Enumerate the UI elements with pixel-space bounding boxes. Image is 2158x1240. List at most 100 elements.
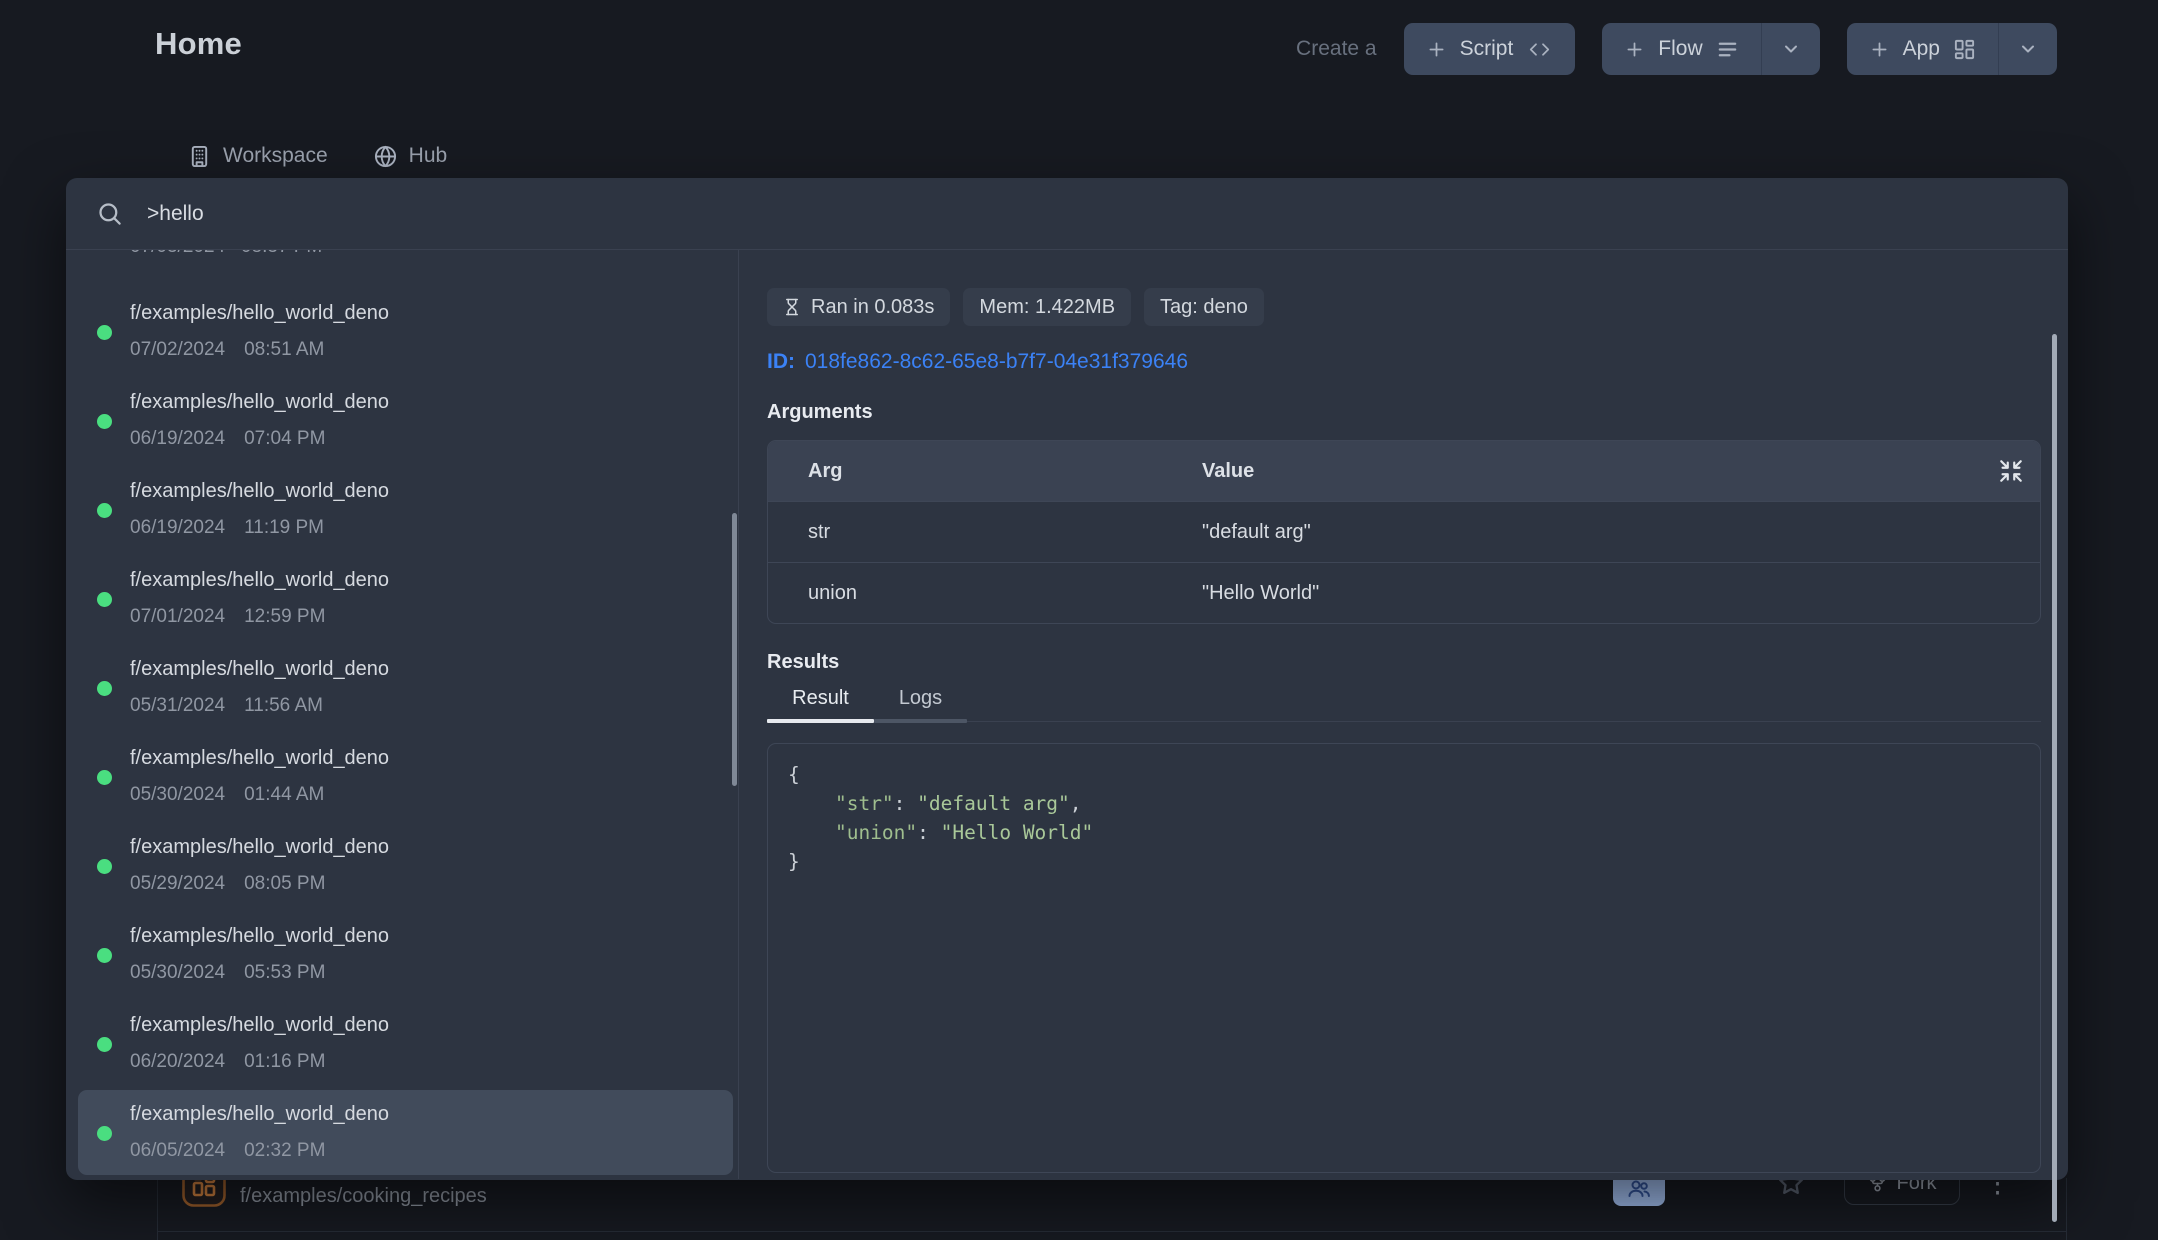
run-id-line: ID:018fe862-8c62-65e8-b7f7-04e31f379646 — [767, 350, 2068, 374]
json-brace: } — [788, 850, 800, 873]
run-datetime: 06/19/2024 11:19 PM — [130, 517, 324, 539]
users-icon — [1627, 1177, 1651, 1201]
json-separator: : — [894, 792, 917, 815]
tab-result[interactable]: Result — [767, 687, 874, 723]
bg-row-divider — [157, 1231, 2067, 1232]
run-datetime: 05/30/2024 01:44 AM — [130, 784, 324, 806]
run-item-truncated[interactable]: 07/03/2024 08:37 PM — [66, 250, 738, 288]
column-header-value: Value — [1202, 460, 2040, 483]
runtime-badge-label: Ran in 0.083s — [811, 296, 934, 319]
tab-workspace[interactable]: Workspace — [188, 144, 328, 168]
create-app-dropdown-button[interactable] — [1998, 23, 2057, 75]
status-dot-success — [97, 1037, 112, 1052]
page-title: Home — [155, 26, 242, 62]
run-datetime: 07/03/2024 08:37 PM — [130, 250, 322, 258]
run-time: 08:51 AM — [244, 339, 324, 361]
search-icon — [96, 200, 123, 227]
run-item[interactable]: f/examples/hello_world_deno 06/05/2024 0… — [66, 1089, 738, 1178]
run-item[interactable]: f/examples/hello_world_deno 05/31/2024 1… — [66, 644, 738, 733]
arg-value: "default arg" — [1202, 521, 2040, 544]
run-datetime: 05/30/2024 05:53 PM — [130, 962, 325, 984]
result-tabs: Result Logs — [767, 687, 2041, 723]
status-dot-success — [97, 681, 112, 696]
status-dot-success — [97, 1126, 112, 1141]
run-item[interactable]: f/examples/hello_world_deno 05/30/2024 0… — [66, 911, 738, 1000]
status-dot-success — [97, 325, 112, 340]
run-time: 11:19 PM — [244, 517, 324, 539]
run-time: 08:05 PM — [244, 873, 325, 895]
create-script-button-main[interactable]: Script — [1404, 23, 1576, 75]
tab-logs[interactable]: Logs — [874, 687, 967, 723]
table-row: str "default arg" — [768, 501, 2040, 562]
search-input[interactable] — [145, 201, 1049, 227]
json-key: "str" — [835, 792, 894, 815]
run-item[interactable]: f/examples/hello_world_deno 06/20/2024 0… — [66, 1000, 738, 1089]
home-tabs: Workspace Hub — [188, 144, 447, 168]
run-path: f/examples/hello_world_deno — [130, 836, 389, 859]
run-time: 02:32 PM — [244, 1140, 325, 1162]
tag-badge: Tag: deno — [1144, 288, 1264, 326]
run-date: 05/30/2024 — [130, 962, 225, 984]
json-comma: , — [1070, 792, 1082, 815]
create-app-button[interactable]: App — [1847, 23, 1998, 75]
chevron-down-icon — [2018, 39, 2038, 59]
run-datetime: 05/29/2024 08:05 PM — [130, 873, 325, 895]
app-path-label: f/examples/cooking_recipes — [240, 1185, 487, 1208]
create-app-label: App — [1903, 37, 1940, 61]
status-dot-success — [97, 859, 112, 874]
create-flow-button-group: Flow — [1602, 23, 1819, 75]
run-item[interactable]: f/examples/hello_world_deno 05/30/2024 0… — [66, 733, 738, 822]
run-item[interactable]: f/examples/hello_world_deno 05/29/2024 0… — [66, 822, 738, 911]
run-path: f/examples/hello_world_deno — [130, 1103, 389, 1126]
run-path: f/examples/hello_world_deno — [130, 391, 389, 414]
run-datetime: 06/19/2024 07:04 PM — [130, 428, 325, 450]
run-list: 07/03/2024 08:37 PM f/examples/hello_wor… — [66, 250, 739, 1179]
create-app-button-group: App — [1847, 23, 2057, 75]
command-palette-modal: 07/03/2024 08:37 PM f/examples/hello_wor… — [66, 178, 2068, 1180]
tabs-border — [967, 721, 2041, 722]
create-script-button[interactable]: Script — [1404, 23, 1576, 75]
run-date: 06/19/2024 — [130, 428, 225, 450]
runtime-badge: Ran in 0.083s — [767, 288, 950, 326]
result-json-viewer: { "str": "default arg", "union": "Hello … — [767, 743, 2041, 1173]
expand-icon[interactable] — [1998, 458, 2024, 484]
run-item[interactable]: f/examples/hello_world_deno 07/01/2024 1… — [66, 555, 738, 644]
json-value: "Hello World" — [941, 821, 1094, 844]
run-date: 06/20/2024 — [130, 1051, 225, 1073]
palette-search-row — [66, 178, 2068, 250]
status-dot-success — [97, 414, 112, 429]
run-date: 07/01/2024 — [130, 606, 225, 628]
memory-badge: Mem: 1.422MB — [963, 288, 1131, 326]
run-detail-panel: Ran in 0.083s Mem: 1.422MB Tag: deno ID:… — [739, 250, 2068, 1179]
status-dot-success — [97, 503, 112, 518]
plus-icon — [1624, 39, 1645, 60]
run-path: f/examples/hello_world_deno — [130, 302, 389, 325]
create-flow-dropdown-button[interactable] — [1761, 23, 1820, 75]
arguments-table: Arg Value str "default arg" union "Hello… — [767, 440, 2041, 624]
tab-workspace-label: Workspace — [223, 144, 328, 168]
run-date: 05/29/2024 — [130, 873, 225, 895]
run-item[interactable]: f/examples/hello_world_deno 06/19/2024 1… — [66, 466, 738, 555]
arg-value: "Hello World" — [1202, 582, 2040, 605]
run-list-scrollbar[interactable] — [732, 513, 737, 786]
run-datetime: 06/20/2024 01:16 PM — [130, 1051, 325, 1073]
detail-panel-scrollbar[interactable] — [2052, 334, 2057, 1222]
json-key: "union" — [835, 821, 917, 844]
run-time: 01:16 PM — [244, 1051, 325, 1073]
create-flow-button[interactable]: Flow — [1602, 23, 1760, 75]
tab-hub[interactable]: Hub — [374, 144, 448, 168]
run-item[interactable]: f/examples/hello_world_deno 07/02/2024 0… — [66, 288, 738, 377]
status-dot-success — [97, 770, 112, 785]
run-date: 06/05/2024 — [130, 1140, 225, 1162]
run-time: 07:04 PM — [244, 428, 325, 450]
arguments-table-header: Arg Value — [768, 441, 2040, 501]
chevron-down-icon — [1781, 39, 1801, 59]
run-id-value[interactable]: 018fe862-8c62-65e8-b7f7-04e31f379646 — [805, 350, 1188, 373]
json-indent — [788, 792, 835, 815]
hourglass-icon — [783, 298, 801, 316]
run-path: f/examples/hello_world_deno — [130, 747, 389, 770]
status-dot-success — [97, 592, 112, 607]
run-path: f/examples/hello_world_deno — [130, 569, 389, 592]
table-row: union "Hello World" — [768, 562, 2040, 623]
run-item[interactable]: f/examples/hello_world_deno 06/19/2024 0… — [66, 377, 738, 466]
